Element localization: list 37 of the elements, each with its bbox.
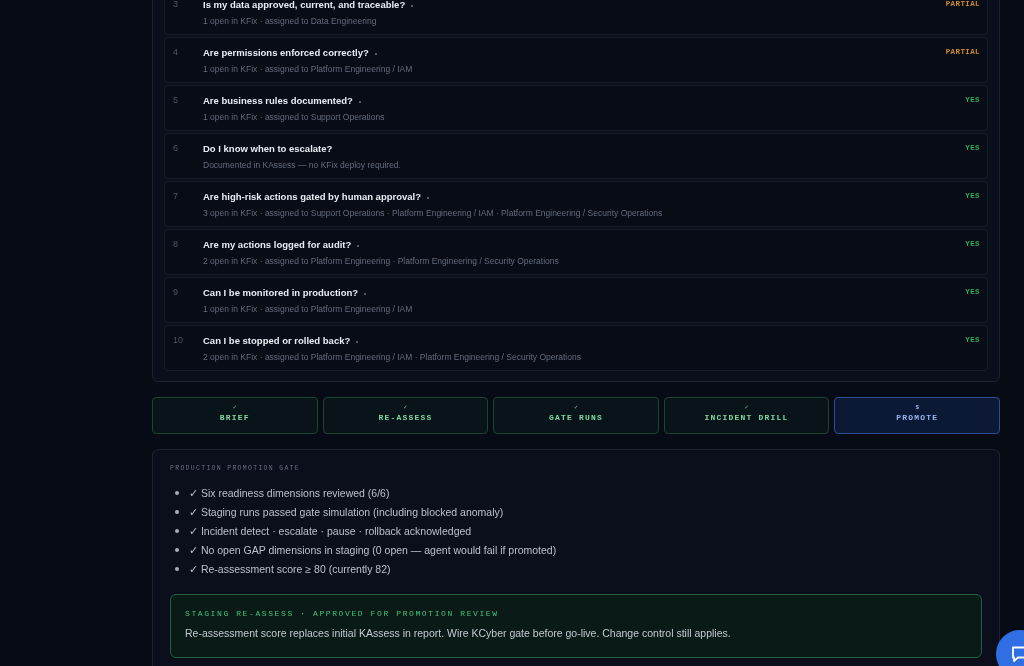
gate-criterion: ✓ No open GAP dimensions in staging (0 open — agent would fail if promoted)	[189, 542, 557, 557]
gate-criterion: ✓ Six readiness dimensions reviewed (6/6)	[189, 485, 390, 500]
question-detail: 1 open in KFix · assigned to Support Operations	[203, 111, 385, 123]
question-detail: 1 open in KFix · assigned to Data Engineering	[203, 15, 377, 27]
question-text: Are business rules documented?	[203, 94, 353, 107]
question-detail: 1 open in KFix · assigned to Platform Engineering / IAM	[203, 63, 413, 75]
question-detail: 2 open in KFix · assigned to Platform Engineering · Platform Engineering / Security Operations	[203, 255, 559, 267]
row-number: 8	[173, 238, 179, 251]
row-number: 5	[173, 94, 179, 107]
callout-title: STAGING RE-ASSESS · APPROVED FOR PROMOTION REVIEW	[185, 608, 499, 619]
question-text: Are high-risk actions gated by human approval?	[203, 190, 421, 203]
question-detail: 3 open in KFix · assigned to Support Operations · Platform Engineering / IAM · Platform Engineering / Security Operations	[203, 207, 663, 219]
gate-criterion: ✓ Staging runs passed gate simulation (including blocked anomaly)	[189, 504, 504, 519]
row-number: 7	[173, 190, 179, 203]
question-text: Is my data approved, current, and traceable?	[203, 0, 406, 11]
bullet-icon	[175, 547, 179, 552]
question-detail: Documented in KAssess — no KFix deploy required.	[203, 159, 401, 171]
gate-criterion: ✓ Incident detect · escalate · pause · rollback acknowledged	[189, 523, 472, 538]
bullet-icon	[175, 509, 179, 514]
question-text: Can I be stopped or rolled back?	[203, 334, 351, 347]
gate-criterion: ✓ Re-assessment score ≥ 80 (currently 82)	[189, 561, 391, 576]
question-detail: 1 open in KFix · assigned to Platform Engineering / IAM	[203, 303, 413, 315]
bullet-icon	[175, 528, 179, 533]
row-number: 3	[173, 0, 179, 11]
question-text: Are my actions logged for audit?	[203, 238, 352, 251]
question-text: Do I know when to escalate?	[203, 142, 333, 155]
row-number: 9	[173, 286, 179, 299]
bullet-icon	[175, 566, 179, 571]
row-number: 6	[173, 142, 179, 155]
chat-icon	[1010, 644, 1024, 664]
question-detail: 2 open in KFix · assigned to Platform Engineering / IAM · Platform Engineering / Security Operations	[203, 351, 581, 363]
callout-text: Re-assessment score replaces initial KAssess in report. Wire KCyber gate before go-live. Change control still applies.	[185, 626, 731, 640]
row-number: 4	[173, 46, 179, 59]
question-text: Are permissions enforced correctly?	[203, 46, 369, 59]
row-number: 10	[173, 334, 184, 347]
bullet-icon	[175, 490, 179, 495]
question-text: Can I be monitored in production?	[203, 286, 359, 299]
